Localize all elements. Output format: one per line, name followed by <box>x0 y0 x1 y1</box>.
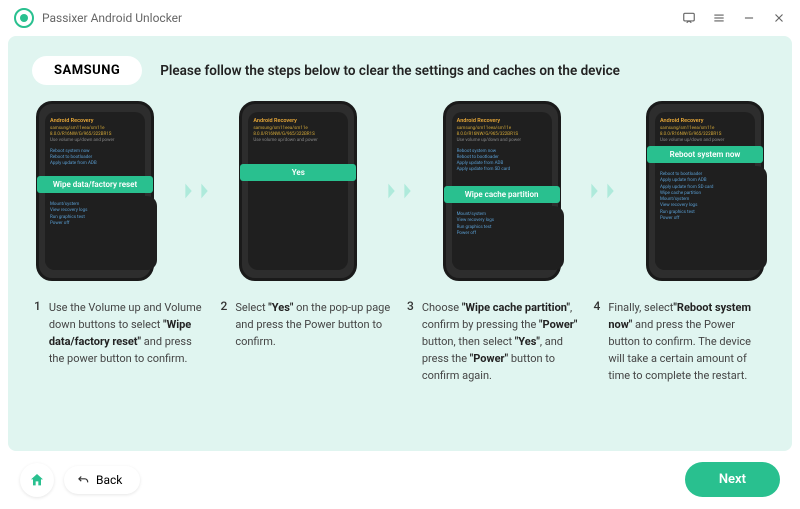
arrow-icon <box>182 180 212 202</box>
header-row: SAMSUNG Please follow the steps below to… <box>32 56 768 85</box>
feedback-icon[interactable] <box>682 11 696 25</box>
instruction-text: Please follow the steps below to clear t… <box>160 63 620 79</box>
close-icon[interactable] <box>772 11 786 25</box>
highlight-reboot: Reboot system now <box>647 146 763 163</box>
step-1: 1 Use the Volume up and Volume down butt… <box>34 299 207 384</box>
back-arrow-icon <box>76 473 90 487</box>
highlight-wipe-data: Wipe data/factory reset <box>37 176 153 193</box>
step-3: 3 Choose "Wipe cache partition", confirm… <box>407 299 580 384</box>
phone-step4: Android Recovery samsung/sm11eea/sm11e 8… <box>646 101 764 281</box>
titlebar: Passixer Android Unlocker <box>0 0 800 36</box>
step-3-text: Choose "Wipe cache partition", confirm b… <box>422 299 580 384</box>
footer: Back Next <box>20 462 780 497</box>
app-title: Passixer Android Unlocker <box>42 11 182 25</box>
next-button[interactable]: Next <box>685 462 780 497</box>
app-logo-icon <box>14 8 34 28</box>
content-panel: SAMSUNG Please follow the steps below to… <box>8 36 792 451</box>
home-button[interactable] <box>20 463 54 497</box>
menu-icon[interactable] <box>712 11 726 25</box>
arrow-icon <box>385 180 415 202</box>
phone-step1: Android Recovery samsung/sm11eea/sm11e 8… <box>36 101 154 281</box>
step-4-text: Finally, select"Reboot system now" and p… <box>608 299 766 384</box>
brand-badge: SAMSUNG <box>32 56 142 85</box>
arrow-icon <box>588 180 618 202</box>
home-icon <box>29 472 45 488</box>
step-4: 4 Finally, select"Reboot system now" and… <box>594 299 767 384</box>
step-2-text: Select "Yes" on the pop-up page and pres… <box>235 299 393 384</box>
step-2: 2 Select "Yes" on the pop-up page and pr… <box>221 299 394 384</box>
title-left: Passixer Android Unlocker <box>14 8 182 28</box>
steps-row: 1 Use the Volume up and Volume down butt… <box>32 299 768 384</box>
step-1-text: Use the Volume up and Volume down button… <box>49 299 207 384</box>
highlight-yes: Yes <box>240 164 356 181</box>
phone-step3: Android Recovery samsung/sm11eea/sm11e 8… <box>443 101 561 281</box>
title-right <box>682 11 786 25</box>
minimize-icon[interactable] <box>742 11 756 25</box>
highlight-wipe-cache: Wipe cache partition <box>444 186 560 203</box>
back-label: Back <box>96 473 122 487</box>
phones-row: Android Recovery samsung/sm11eea/sm11e 8… <box>32 101 768 281</box>
back-button[interactable]: Back <box>64 466 140 494</box>
phone-step2: Android Recovery samsung/sm11eea/sm11e 8… <box>239 101 357 281</box>
